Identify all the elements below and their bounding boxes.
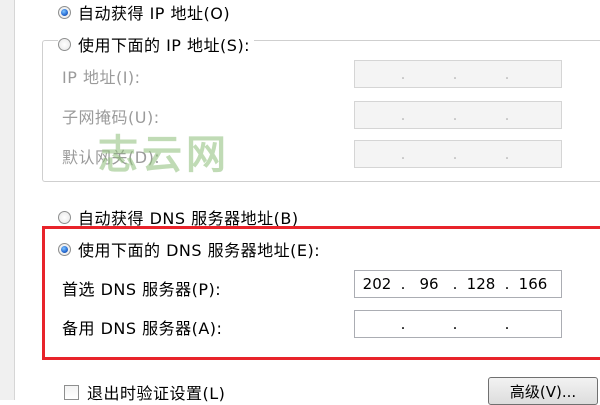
validate-settings-label: 退出时验证设置(L) (87, 384, 226, 403)
preferred-dns-label: 首选 DNS 服务器(P): (62, 280, 222, 299)
advanced-button[interactable]: 高级(V)... (488, 377, 598, 405)
window-left-edge (0, 0, 15, 400)
alternate-dns-field[interactable]: ... (354, 310, 562, 338)
radio-auto-ip[interactable]: 自动获得 IP 地址(O) (58, 0, 230, 24)
radio-auto-dns-button[interactable] (58, 210, 71, 224)
manual-ip-label: 使用下面的 IP 地址(S): (78, 36, 251, 55)
validate-settings-checkbox[interactable] (64, 384, 79, 400)
radio-manual-dns[interactable]: 使用下面的 DNS 服务器地址(E): (58, 237, 320, 261)
watermark-logo: 志云网 (98, 132, 230, 178)
validate-settings-checkbox-row[interactable]: 退出时验证设置(L) (64, 380, 225, 404)
manual-dns-label: 使用下面的 DNS 服务器地址(E): (78, 241, 321, 260)
ip-address-label: IP 地址(I): (62, 68, 141, 87)
preferred-dns-octet-2[interactable]: 96 (407, 275, 451, 293)
radio-manual-dns-button[interactable] (58, 242, 71, 256)
preferred-dns-octet-3[interactable]: 128 (459, 275, 503, 293)
auto-ip-label: 自动获得 IP 地址(O) (78, 4, 231, 23)
preferred-dns-octet-1[interactable]: 202 (355, 275, 399, 293)
gateway-field: ... (354, 140, 562, 168)
radio-auto-ip-button[interactable] (58, 5, 71, 19)
radio-manual-ip[interactable]: 使用下面的 IP 地址(S): (58, 32, 255, 56)
subnet-mask-field: ... (354, 101, 562, 129)
alternate-dns-label: 备用 DNS 服务器(A): (62, 319, 223, 338)
preferred-dns-field[interactable]: 202. 96. 128. 166 (354, 270, 562, 298)
ip-address-field: ... (354, 60, 562, 88)
preferred-dns-octet-4[interactable]: 166 (511, 275, 555, 293)
radio-manual-ip-button[interactable] (58, 37, 71, 51)
